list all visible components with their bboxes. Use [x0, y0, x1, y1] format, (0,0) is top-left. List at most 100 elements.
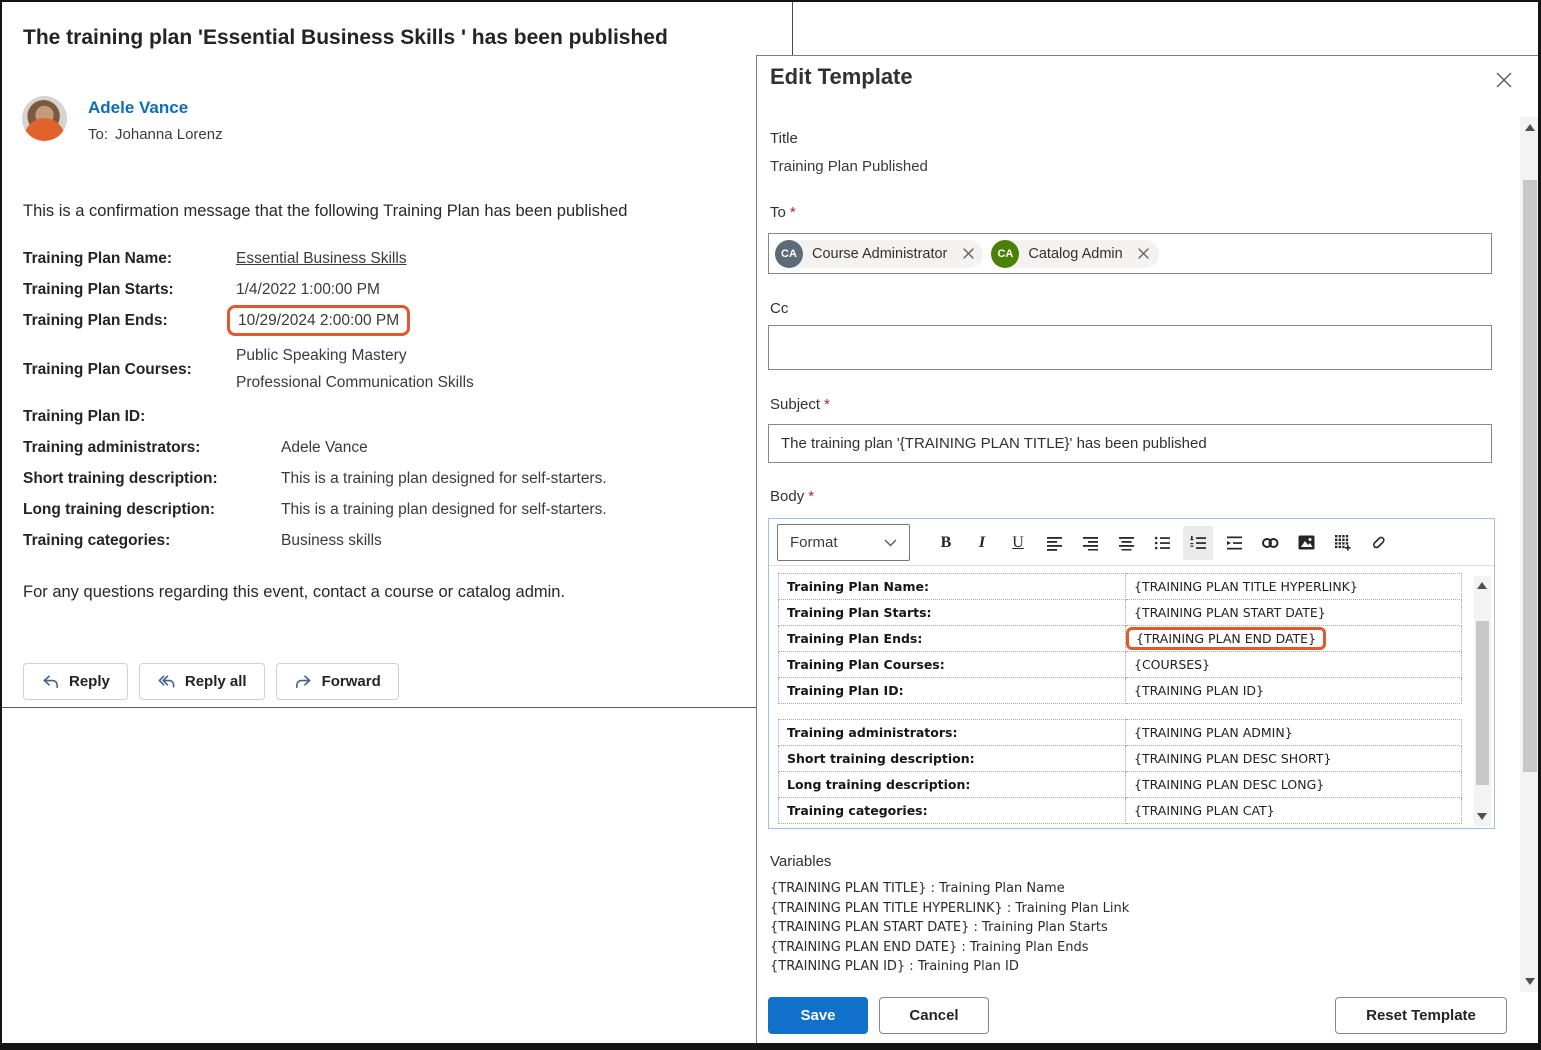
reading-pane-divider: [2, 707, 759, 708]
row-label: Training Plan Name:: [778, 573, 1126, 600]
required-marker: *: [789, 204, 796, 221]
row-value: {TRAINING PLAN ADMIN}: [1125, 719, 1462, 746]
row-value: {TRAINING PLAN CAT}: [1125, 797, 1462, 824]
field-row-short-desc: Short training description: This is a tr…: [23, 468, 607, 489]
field-row-plan-starts: Training Plan Starts: 1/4/2022 1:00:00 P…: [23, 279, 607, 300]
reply-button[interactable]: Reply: [23, 663, 128, 700]
email-subject-title: The training plan 'Essential Business Sk…: [23, 26, 668, 49]
recipient-chip-course-administrator[interactable]: CA Course Administrator: [775, 239, 984, 268]
cc-input[interactable]: [768, 325, 1492, 370]
chip-name: Course Administrator: [812, 245, 948, 262]
row-label: Training Plan ID:: [778, 677, 1126, 704]
bold-button[interactable]: B: [931, 526, 961, 560]
row-value: {TRAINING PLAN ID}: [1125, 677, 1462, 704]
email-footer-text: For any questions regarding this event, …: [23, 583, 566, 601]
subject-value: The training plan '{TRAINING PLAN TITLE}…: [781, 435, 1207, 452]
variables-label: Variables: [770, 853, 832, 870]
chip-avatar: CA: [775, 239, 803, 268]
scroll-up-icon[interactable]: [1525, 124, 1535, 131]
field-value: Adele Vance: [281, 439, 368, 456]
insert-table-button[interactable]: [1327, 526, 1357, 560]
table-row: Training Plan Courses: {COURSES}: [778, 651, 1462, 678]
course-line-1: Public Speaking Mastery: [236, 347, 407, 364]
underline-button[interactable]: U: [1003, 526, 1033, 560]
link-button[interactable]: [1255, 526, 1285, 560]
forward-label: Forward: [321, 673, 381, 690]
to-input[interactable]: CA Course Administrator CA Catalog Admin: [768, 233, 1492, 274]
row-label: Training Plan Courses:: [778, 651, 1126, 678]
required-marker: *: [808, 488, 815, 505]
recipient-chip-catalog-admin[interactable]: CA Catalog Admin: [991, 239, 1159, 268]
cc-field-label: Cc: [770, 300, 789, 317]
subject-input[interactable]: The training plan '{TRAINING PLAN TITLE}…: [768, 424, 1492, 463]
row-label: Training Plan Starts:: [778, 599, 1126, 626]
screenshot-root: The training plan 'Essential Business Sk…: [0, 0, 1541, 1050]
close-icon[interactable]: [1492, 68, 1516, 92]
reply-all-button[interactable]: Reply all: [138, 663, 265, 700]
body-table-2: Training administrators: {TRAINING PLAN A…: [778, 719, 1462, 824]
field-row-long-desc: Long training description: This is a tra…: [23, 499, 607, 520]
bullet-list-button[interactable]: [1147, 526, 1177, 560]
row-value: {TRAINING PLAN START DATE}: [1125, 599, 1462, 626]
remove-chip-icon[interactable]: [1133, 243, 1155, 265]
row-label: Long training description:: [778, 771, 1126, 798]
forward-button[interactable]: Forward: [275, 663, 399, 700]
avatar[interactable]: [22, 96, 67, 141]
align-left-button[interactable]: [1039, 526, 1069, 560]
reset-template-button[interactable]: Reset Template: [1335, 997, 1507, 1034]
reply-icon: [41, 672, 60, 691]
scroll-down-icon[interactable]: [1477, 813, 1487, 820]
field-label: Training Plan Starts:: [23, 281, 174, 298]
body-editor: Format B I U Training Plan Name: {TRAINI…: [768, 518, 1495, 829]
training-plan-link[interactable]: Essential Business Skills: [236, 248, 407, 269]
editor-scrollbar-thumb[interactable]: [1476, 621, 1489, 785]
align-center-button[interactable]: [1111, 526, 1141, 560]
table-row: Training Plan Name: {TRAINING PLAN TITLE …: [778, 573, 1462, 600]
row-value: {COURSES}: [1125, 651, 1462, 678]
row-value: {TRAINING PLAN END DATE}: [1125, 625, 1462, 652]
row-value: {TRAINING PLAN DESC SHORT}: [1125, 745, 1462, 772]
save-button[interactable]: Save: [768, 997, 868, 1034]
image-button[interactable]: [1291, 526, 1321, 560]
body-editor-content[interactable]: Training Plan Name: {TRAINING PLAN TITLE …: [769, 566, 1494, 828]
panel-scrollbar[interactable]: [1520, 117, 1538, 992]
scroll-down-icon[interactable]: [1525, 978, 1535, 985]
field-label: Training administrators:: [23, 439, 201, 456]
italic-button[interactable]: I: [967, 526, 997, 560]
table-row: Training administrators: {TRAINING PLAN A…: [778, 719, 1462, 746]
field-label: Training Plan ID:: [23, 408, 146, 425]
sender-name-link[interactable]: Adele Vance: [88, 98, 223, 118]
table-row: Training Plan ID: {TRAINING PLAN ID}: [778, 677, 1462, 704]
variables-list: {TRAINING PLAN TITLE} : Training Plan Na…: [770, 879, 1490, 973]
indent-button[interactable]: [1219, 526, 1249, 560]
course-line-2: Professional Communication Skills: [236, 374, 474, 391]
table-row: Training Plan Starts: {TRAINING PLAN STAR…: [778, 599, 1462, 626]
recipient-name: Johanna Lorenz: [115, 126, 223, 143]
field-label: Short training description:: [23, 470, 218, 487]
field-label: Training Plan Ends:: [23, 312, 168, 329]
title-field-label: Title: [770, 130, 798, 147]
field-value: This is a training plan designed for sel…: [281, 501, 607, 518]
eraser-button[interactable]: [1363, 526, 1393, 560]
align-right-button[interactable]: [1075, 526, 1105, 560]
editor-toolbar: B I U: [931, 524, 1393, 561]
numbered-list-button[interactable]: [1183, 525, 1213, 560]
table-row: Long training description: {TRAINING PLAN…: [778, 771, 1462, 798]
table-row: Short training description: {TRAINING PLA…: [778, 745, 1462, 772]
row-label: Training Plan Ends:: [778, 625, 1126, 652]
remove-chip-icon[interactable]: [957, 243, 979, 265]
body-field-label: Body *: [770, 488, 815, 505]
email-intro-text: This is a confirmation message that the …: [23, 202, 628, 220]
editor-scrollbar[interactable]: [1474, 576, 1491, 826]
field-value: 1/4/2022 1:00:00 PM: [236, 281, 380, 298]
forward-icon: [294, 672, 313, 691]
panel-scrollbar-thumb[interactable]: [1523, 180, 1537, 772]
scroll-up-icon[interactable]: [1477, 582, 1487, 589]
row-label: Training categories:: [778, 797, 1126, 824]
format-dropdown[interactable]: Format: [777, 524, 910, 561]
reply-all-icon: [157, 672, 176, 691]
field-label: Training Plan Name:: [23, 250, 173, 267]
field-row-plan-name: Training Plan Name: Essential Business S…: [23, 248, 607, 269]
email-sender-block: Adele Vance To: Johanna Lorenz: [22, 96, 223, 143]
cancel-button[interactable]: Cancel: [879, 997, 989, 1034]
